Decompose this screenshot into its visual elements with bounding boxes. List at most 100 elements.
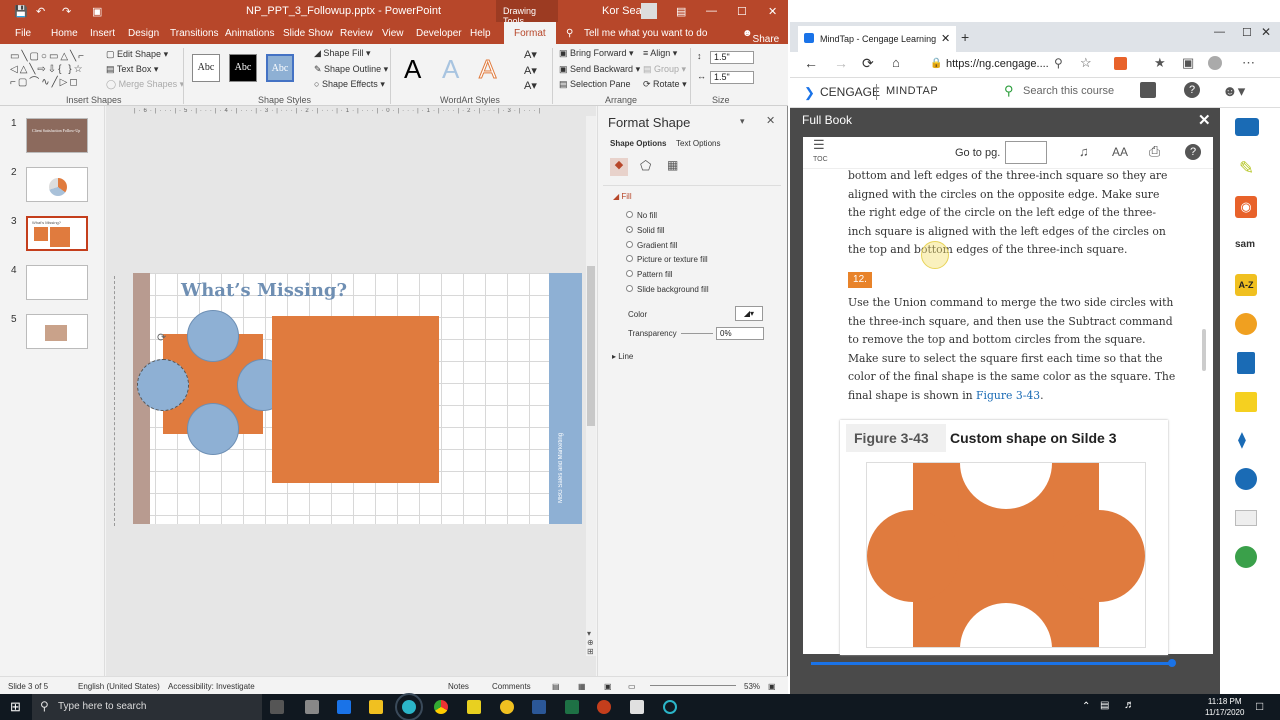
maximize-icon[interactable]: ☐ — [1242, 26, 1252, 39]
tab-shape-options[interactable]: Shape Options — [610, 139, 666, 148]
tab-format[interactable]: Format — [504, 22, 556, 44]
book-icon[interactable] — [1237, 352, 1255, 374]
forward-icon[interactable]: → — [834, 55, 848, 71]
zoom-slider[interactable] — [650, 685, 736, 686]
minimize-icon[interactable]: — — [706, 5, 717, 17]
windows-start-icon[interactable]: ⊞ — [10, 699, 21, 715]
a-z-icon[interactable]: A-Z — [1235, 274, 1257, 296]
text-fill-icon[interactable]: A▾ — [524, 48, 537, 61]
toc-icon[interactable]: ☰ — [813, 138, 825, 151]
comments-button[interactable]: Comments — [492, 682, 531, 691]
tray-overflow-icon[interactable]: ⌃ — [1082, 701, 1090, 712]
help-icon[interactable]: ? — [1184, 82, 1200, 98]
top-circle[interactable] — [187, 310, 239, 362]
audio-icon[interactable]: ⧫ — [1238, 430, 1246, 450]
zoom-level[interactable]: 53% — [744, 682, 760, 691]
close-icon[interactable]: ✕ — [768, 5, 777, 18]
ribbon-display-icon[interactable]: ▤ — [676, 5, 686, 18]
radio-solid-fill[interactable] — [626, 226, 633, 233]
task-view-icon[interactable] — [270, 700, 284, 714]
cnow-icon[interactable] — [1235, 468, 1257, 490]
brand-name-2[interactable]: MINDTAP — [886, 85, 938, 97]
transparency-slider[interactable] — [681, 333, 713, 334]
reader-help-icon[interactable]: ? — [1185, 144, 1201, 160]
merge-shapes-button[interactable]: ◯ Merge Shapes ▾ — [106, 79, 184, 90]
refresh-app-icon[interactable] — [1235, 313, 1257, 335]
normal-view-icon[interactable]: ▤ — [552, 682, 560, 691]
shape-fill-button[interactable]: ◢ Shape Fill ▾ — [314, 48, 370, 59]
close-icon[interactable]: ✕ — [1261, 25, 1271, 39]
reading-progress-bar[interactable] — [811, 662, 1173, 665]
profile-avatar[interactable] — [1208, 56, 1222, 70]
new-tab-icon[interactable]: + — [961, 29, 969, 45]
tab-slide-show[interactable]: Slide Show — [283, 28, 333, 39]
recorder-icon[interactable] — [663, 700, 677, 714]
tell-me-input[interactable]: Tell me what you want to do — [584, 28, 707, 39]
tab-help[interactable]: Help — [470, 28, 491, 39]
brand-name[interactable]: CENGAGE — [820, 85, 880, 99]
phone-app-icon[interactable] — [305, 700, 319, 714]
sam-icon[interactable]: sam — [1235, 239, 1255, 250]
slide-thumb-5[interactable] — [26, 314, 88, 349]
refresh-icon[interactable]: ⟳ — [862, 55, 874, 72]
reader-scroll-thumb[interactable] — [1202, 329, 1206, 371]
slide-title[interactable]: What’s Missing? — [181, 280, 347, 301]
note-icon[interactable] — [1235, 392, 1257, 412]
color-picker-button[interactable]: ◢▾ — [735, 306, 763, 321]
powerpoint-icon[interactable] — [597, 700, 611, 714]
word-icon[interactable] — [532, 700, 546, 714]
accessibility-status[interactable]: Accessibility: Investigate — [168, 682, 255, 691]
wordart-orange[interactable]: A — [478, 54, 496, 85]
read-aloud-icon[interactable]: ♫ — [1079, 144, 1089, 159]
slideshow-icon[interactable]: ▭ — [628, 682, 636, 691]
reading-view-icon[interactable]: ▣ — [604, 682, 612, 691]
tab-developer[interactable]: Developer — [416, 28, 462, 39]
course-search-input[interactable]: Search this course — [1023, 85, 1114, 97]
height-input[interactable]: 1.5" — [710, 51, 754, 64]
notepad-icon[interactable] — [630, 700, 644, 714]
shape-style-black[interactable]: Abc — [229, 54, 257, 82]
slide-thumb-1[interactable]: Client Satisfaction Follow-Up — [26, 118, 88, 153]
document-icon[interactable] — [1235, 510, 1257, 526]
group-button[interactable]: ▤ Group ▾ — [643, 64, 686, 75]
effects-icon[interactable]: ⬠ — [640, 158, 651, 174]
prev-next-slide-icons[interactable]: ▾ ⊕ ⊞ — [587, 629, 594, 656]
wordart-blue[interactable]: A — [442, 54, 459, 85]
radio-gradient-fill[interactable] — [626, 241, 633, 248]
vertical-scrollbar[interactable] — [586, 116, 596, 656]
browser-tab[interactable]: MindTap - Cengage Learning ✕ — [798, 26, 956, 52]
avatar[interactable] — [641, 3, 657, 19]
save-icon[interactable]: 💾 — [14, 5, 28, 18]
shape-outline-button[interactable]: ✎ Shape Outline ▾ — [314, 64, 388, 75]
extension-icon[interactable] — [1114, 57, 1127, 70]
slide-thumb-4[interactable] — [26, 265, 88, 300]
taskbar-search-box[interactable]: ⚲ Type here to search — [32, 694, 262, 720]
present-icon[interactable]: ▣ — [92, 5, 102, 18]
edit-shape-button[interactable]: ▢ Edit Shape ▾ — [106, 49, 168, 60]
maximize-icon[interactable]: ☐ — [737, 5, 747, 18]
briefcase-icon[interactable] — [1235, 118, 1259, 136]
tab-text-options[interactable]: Text Options — [676, 139, 720, 148]
text-effects-icon[interactable]: A▾ — [524, 79, 537, 92]
text-outline-icon[interactable]: A▾ — [524, 64, 537, 77]
send-backward-button[interactable]: ▣ Send Backward ▾ — [559, 64, 640, 75]
tab-insert[interactable]: Insert — [90, 28, 115, 39]
sticky-notes-icon[interactable] — [467, 700, 481, 714]
text-box-button[interactable]: ▤ Text Box ▾ — [106, 64, 158, 75]
slide-sorter-icon[interactable]: ▦ — [578, 682, 586, 691]
rotate-handle-icon[interactable]: ⟳ — [157, 331, 166, 344]
radio-picture-fill[interactable] — [626, 255, 633, 262]
tab-transitions[interactable]: Transitions — [170, 28, 219, 39]
shape-effects-button[interactable]: ○ Shape Effects ▾ — [314, 79, 385, 90]
radio-pattern-fill[interactable] — [626, 270, 633, 277]
bring-forward-button[interactable]: ▣ Bring Forward ▾ — [559, 48, 634, 59]
edge-browser-icon[interactable] — [395, 693, 423, 720]
width-input[interactable]: 1.5" — [710, 71, 754, 84]
radio-slide-background-fill[interactable] — [626, 285, 633, 292]
more-menu-icon[interactable]: ⋯ — [1242, 55, 1255, 71]
chat-app-icon[interactable] — [500, 700, 514, 714]
search-icon[interactable]: ⚲ — [1004, 83, 1014, 99]
pane-close-icon[interactable]: ✕ — [766, 114, 775, 127]
transparency-input[interactable]: 0% — [716, 327, 764, 340]
collections-icon[interactable]: ▣ — [1182, 55, 1194, 71]
